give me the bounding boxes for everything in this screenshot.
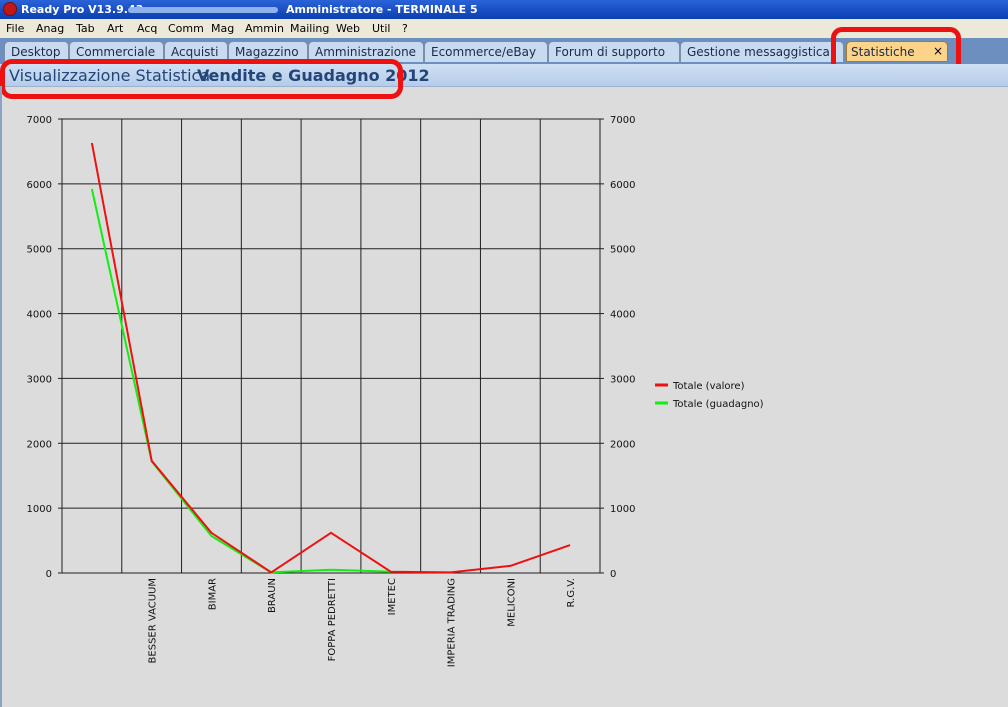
menu-tab[interactable]: Tab [76,22,95,35]
x-category-label: BRAUN [267,578,278,613]
y-tick-label-left: 7000 [27,115,52,126]
y-tick-label-right: 2000 [610,439,635,450]
y-tick-label-right: 6000 [610,180,635,191]
y-tick-label-right: 3000 [610,374,635,385]
y-tick-label-left: 2000 [27,439,52,450]
y-tick-label-left: 6000 [27,180,52,191]
menu-art[interactable]: Art [107,22,123,35]
window-title: Amministratore - TERMINALE 5 [286,3,478,16]
menu-mag[interactable]: Mag [211,22,234,35]
legend-label: Totale (valore) [672,381,745,392]
x-category-label: BESSER VACUUM [148,578,159,663]
menu-mailing[interactable]: Mailing [290,22,329,35]
x-category-label: FOPPA PEDRETTI [327,578,338,661]
y-tick-label-right: 4000 [610,310,635,321]
y-tick-label-left: 0 [46,569,52,580]
menu-anag[interactable]: Anag [36,22,64,35]
menu-acq[interactable]: Acq [137,22,157,35]
x-category-label: IMETEC [387,578,398,615]
y-tick-label-left: 3000 [27,374,52,385]
line-chart: 0 0 1000 1000 2000 2000 3000 3000 4000 4000 5000 50… [27,115,764,667]
y-tick-label-right: 1000 [610,504,635,515]
y-tick-label-left: 4000 [27,310,52,321]
redacted-text [128,7,278,13]
x-category-label: MELICONI [506,578,517,627]
tab-forum-di-supporto[interactable]: Forum di supporto [548,41,680,62]
app-logo-icon [3,2,17,16]
menu-ammin[interactable]: Ammin [245,22,284,35]
title-bar: Ready Pro V13.9.43 - Amministratore - TE… [0,0,1008,19]
x-category-label: IMPERIA TRADING [447,578,458,667]
menu-file[interactable]: File [6,22,24,35]
tab-gestione-messaggistica[interactable]: Gestione messaggistica [680,41,844,62]
y-tick-label-right: 7000 [610,115,635,126]
menu-help[interactable]: ? [402,22,408,35]
x-category-label: R.G.V. [566,578,577,607]
legend-label: Totale (guadagno) [672,399,764,410]
menu-util[interactable]: Util [372,22,390,35]
tab-ecommerce-ebay[interactable]: Ecommerce/eBay [424,41,548,62]
x-category-label: BIMAR [207,578,218,610]
y-tick-label-right: 0 [610,569,616,580]
menu-comm[interactable]: Comm [168,22,204,35]
y-tick-label-left: 5000 [27,245,52,256]
y-tick-label-left: 1000 [27,504,52,515]
y-tick-label-right: 5000 [610,245,635,256]
menu-web[interactable]: Web [336,22,360,35]
